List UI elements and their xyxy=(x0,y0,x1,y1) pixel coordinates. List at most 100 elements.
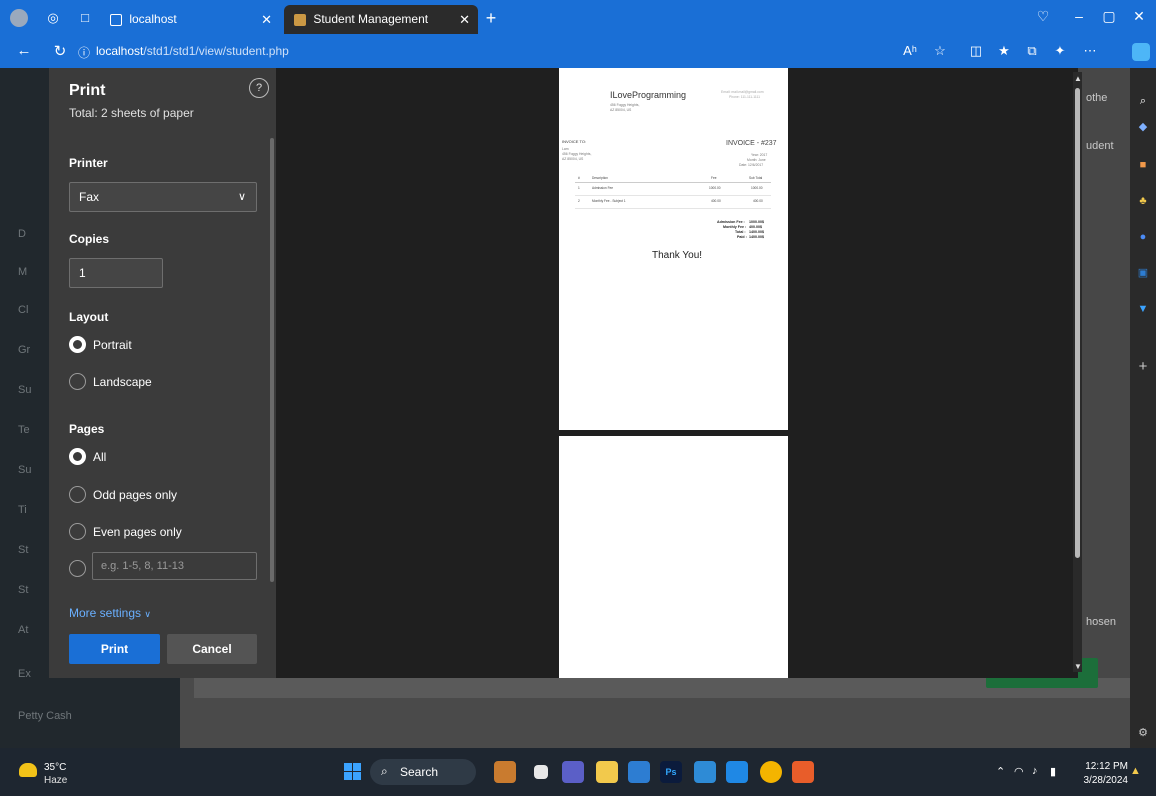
sidebar-item[interactable]: Gr xyxy=(18,344,30,356)
search-icon[interactable]: ⌕ xyxy=(1134,92,1152,110)
radio-unselected[interactable] xyxy=(69,373,86,390)
favorites-icon[interactable]: ★ xyxy=(994,43,1014,59)
sidebar-item[interactable]: At xyxy=(18,624,28,636)
favorite-star-icon[interactable]: ☆ xyxy=(930,43,950,59)
edge-browser-icon[interactable] xyxy=(694,761,716,783)
clock-time[interactable]: 12:12 PM xyxy=(1078,761,1128,772)
scroll-down-arrow-icon[interactable]: ▼ xyxy=(1074,662,1082,671)
shopping-tag-icon[interactable]: ◆ xyxy=(1134,118,1152,136)
layout-label: Layout xyxy=(69,310,109,324)
mail-app-icon[interactable] xyxy=(628,761,650,783)
more-menu-icon[interactable]: ⋯ xyxy=(1080,43,1100,59)
sidebar-item[interactable]: Te xyxy=(18,424,30,436)
games-icon[interactable]: ♣ xyxy=(1134,192,1152,210)
send-icon[interactable]: ▼ xyxy=(1134,300,1152,318)
sidebar-item[interactable]: Su xyxy=(18,384,31,396)
site-info-icon[interactable]: ⓘ xyxy=(74,44,94,61)
radio-unselected[interactable] xyxy=(69,486,86,503)
tab-student-management-system[interactable]: Student Management System ✕ xyxy=(284,5,478,55)
cancel-button[interactable]: Cancel xyxy=(167,634,257,664)
add-icon[interactable]: + xyxy=(1134,358,1152,376)
scroll-up-arrow-icon[interactable]: ▲ xyxy=(1074,74,1082,83)
radio-label: Portrait xyxy=(93,338,132,352)
refresh-icon[interactable]: ↻ xyxy=(50,42,70,60)
sheet-count: Total: 2 sheets of paper xyxy=(69,106,194,120)
total-value: 1400.00$ xyxy=(749,230,764,234)
maximize-icon[interactable]: ▢ xyxy=(1096,8,1122,25)
sidebar-item[interactable]: Ex xyxy=(18,668,31,680)
file-explorer-icon[interactable] xyxy=(596,761,618,783)
split-screen-icon[interactable]: ◫ xyxy=(966,43,986,59)
teams-app-icon[interactable] xyxy=(562,761,584,783)
url-field[interactable]: localhost/std1/std1/view/student.php xyxy=(96,44,289,58)
wifi-icon[interactable]: ◠ xyxy=(1014,765,1024,778)
show-hidden-icons-icon[interactable]: ⌃ xyxy=(996,765,1005,778)
weather-description[interactable]: Haze xyxy=(44,775,67,786)
thank-you-text: Thank You! xyxy=(652,250,703,261)
invoice-to-address: AZ 85004, US xyxy=(562,157,584,161)
sidebar-item[interactable]: St xyxy=(18,584,28,596)
new-tab-icon[interactable]: + xyxy=(482,9,500,27)
battery-icon[interactable]: ▮ xyxy=(1050,765,1056,778)
copilot-heart-icon[interactable]: ♡ xyxy=(1030,8,1056,25)
sidebar-item[interactable]: Cl xyxy=(18,304,28,316)
preview-scroll-thumb[interactable] xyxy=(1075,88,1080,558)
xampp-app-icon[interactable] xyxy=(792,761,814,783)
invoice-to-name: Lam xyxy=(562,147,569,151)
radio-selected[interactable] xyxy=(69,336,86,353)
weather-temperature[interactable]: 35°C xyxy=(44,762,66,773)
settings-gear-icon[interactable]: ⚙ xyxy=(1134,724,1152,742)
tab-localhost[interactable]: localhost ✕ xyxy=(100,5,280,34)
clock-date[interactable]: 3/28/2024 xyxy=(1068,775,1129,786)
weather-haze-icon[interactable] xyxy=(19,763,37,777)
outlook-icon[interactable]: ▣ xyxy=(1134,264,1152,282)
extensions-icon[interactable]: ✦ xyxy=(1050,43,1070,59)
total-value: 1000.00$ xyxy=(749,220,764,224)
vscode-app-icon[interactable] xyxy=(726,761,748,783)
profile-avatar-icon[interactable] xyxy=(10,9,28,27)
sidebar-item[interactable]: St xyxy=(18,544,28,556)
sidebar-item[interactable]: Petty Cash xyxy=(18,710,72,722)
copilot-icon[interactable] xyxy=(1132,43,1150,61)
preview-sheet-2 xyxy=(559,436,788,678)
radio-label: Odd pages only xyxy=(93,488,178,502)
minimize-icon[interactable]: – xyxy=(1066,8,1092,24)
radio-unselected[interactable] xyxy=(69,560,86,577)
workspaces-icon[interactable]: ◎ xyxy=(44,9,62,27)
radio-unselected[interactable] xyxy=(69,523,86,540)
microsoft365-icon[interactable]: ● xyxy=(1134,228,1152,246)
tab-actions-icon[interactable]: □ xyxy=(76,9,94,27)
windows-start-icon[interactable] xyxy=(344,763,361,780)
copies-input[interactable]: 1 xyxy=(69,258,163,288)
notification-bell-icon[interactable]: ▲ xyxy=(1130,765,1141,777)
task-view-icon[interactable] xyxy=(534,765,548,779)
page-range-input[interactable]: e.g. 1-5, 8, 11-13 xyxy=(92,552,257,580)
close-window-icon[interactable]: ✕ xyxy=(1126,8,1152,25)
print-button[interactable]: Print xyxy=(69,634,160,664)
panel-scrollbar[interactable] xyxy=(270,138,274,582)
volume-icon[interactable]: ♪ xyxy=(1032,765,1038,777)
radio-selected[interactable] xyxy=(69,448,86,465)
preview-sheet-1: ILoveProgramming 456 Foggy Heights, AZ 8… xyxy=(559,68,788,430)
invoice-title: INVOICE - #237 xyxy=(726,140,777,147)
background-text: udent xyxy=(1086,140,1114,152)
sidebar-item[interactable]: Su xyxy=(18,464,31,476)
table-cell: Admission Fee xyxy=(592,186,614,190)
sidebar-item[interactable]: Ti xyxy=(18,504,27,516)
photoshop-app-icon[interactable]: Ps xyxy=(660,761,682,783)
sidebar-item[interactable]: M xyxy=(18,266,27,278)
sidebar-item[interactable]: D xyxy=(18,228,26,240)
read-aloud-icon[interactable]: Aʰ xyxy=(900,43,920,58)
printer-select[interactable]: Fax ∨ xyxy=(69,182,257,212)
collections-icon[interactable]: ⧉ xyxy=(1022,43,1042,59)
close-tab-icon[interactable]: ✕ xyxy=(459,5,470,34)
tools-icon[interactable]: ■ xyxy=(1134,156,1152,174)
invoice-date: Date: 12/6/2017 xyxy=(739,163,764,167)
close-tab-icon[interactable]: ✕ xyxy=(261,5,272,34)
chrome-app-icon[interactable] xyxy=(760,761,782,783)
table-cell: 2 xyxy=(578,199,580,203)
widgets-app-icon[interactable] xyxy=(494,761,516,783)
help-icon[interactable]: ? xyxy=(249,78,269,98)
back-icon[interactable]: ← xyxy=(14,42,34,59)
more-settings-link[interactable]: More settings ∨ xyxy=(69,606,151,620)
